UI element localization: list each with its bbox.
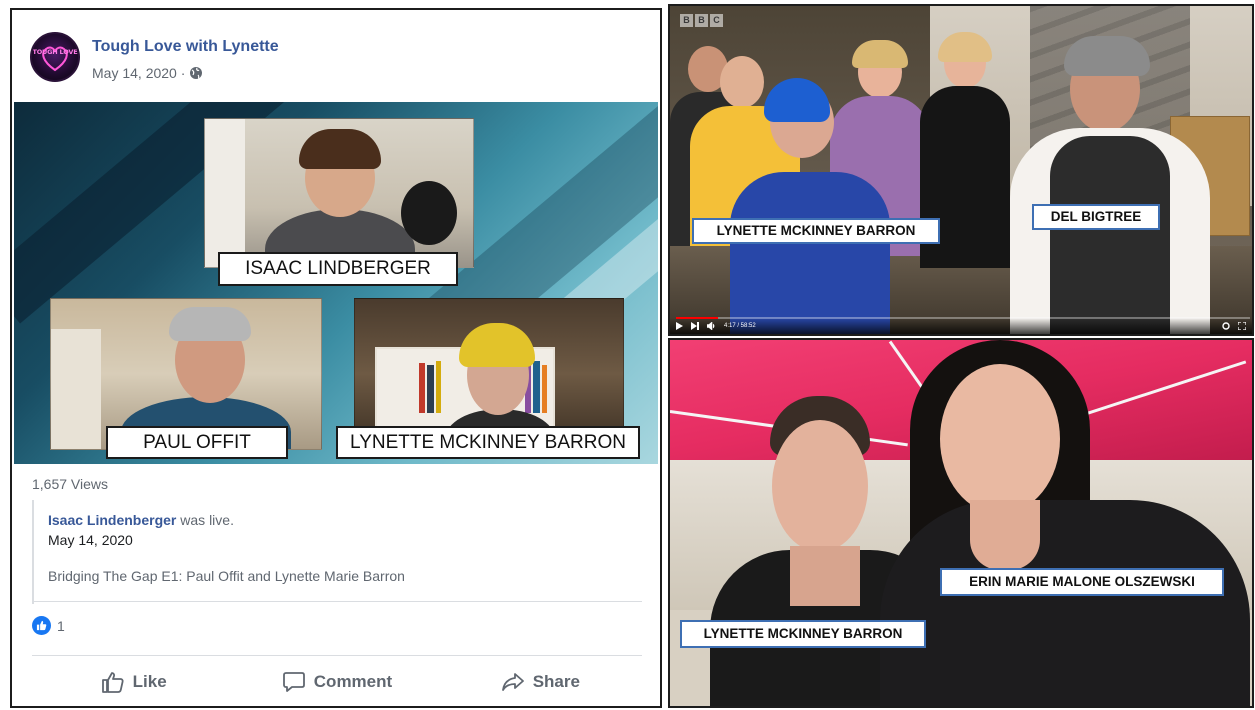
- live-video-title: Bridging The Gap E1: Paul Offit and Lyne…: [48, 568, 405, 584]
- comment-button[interactable]: Comment: [235, 662, 438, 702]
- post-meta: May 14, 2020 ·: [92, 65, 203, 81]
- video-time: 4:17 / 58:52: [724, 323, 756, 329]
- like-label: Like: [132, 672, 167, 691]
- selfie-photo-panel: ERIN MARIE MALONE OLSZEWSKI LYNETTE MCKI…: [668, 338, 1254, 708]
- divider: [32, 655, 642, 656]
- caption-isaac: ISAAC LINDBERGER: [218, 252, 458, 286]
- person-hair: [459, 323, 535, 367]
- door: [51, 329, 101, 449]
- logo-letter: B: [695, 14, 708, 27]
- person-lynette: [730, 78, 890, 334]
- post-action-bar: Like Comment Share: [32, 662, 642, 702]
- label-lynette: LYNETTE MCKINNEY BARRON: [680, 620, 926, 648]
- person-hair: [299, 129, 381, 169]
- play-icon[interactable]: [676, 322, 683, 330]
- volume-icon[interactable]: [707, 322, 716, 330]
- caption-paul: PAUL OFFIT: [106, 426, 288, 459]
- logo-letter: C: [710, 14, 723, 27]
- live-date: May 14, 2020: [48, 532, 133, 548]
- live-status-line: Isaac Lindenberger was live.: [48, 512, 234, 528]
- label-lynette: LYNETTE MCKINNEY BARRON: [692, 218, 940, 244]
- bbc-logo: B B C: [680, 14, 723, 27]
- comment-label: Comment: [313, 672, 393, 691]
- view-count: 1,657 Views: [32, 476, 109, 492]
- video-screenshot-panel[interactable]: B B C LYNETTE MCKINNEY BARRON DEL BIGTRE…: [668, 4, 1254, 336]
- avatar-logo-text: TOUGH LOVE: [32, 48, 78, 56]
- facebook-post-panel: TOUGH LOVE Tough Love with Lynette May 1…: [10, 8, 662, 708]
- video-controls: 4:17 / 58:52: [670, 318, 1252, 334]
- label-erin: ERIN MARIE MALONE OLSZEWSKI: [940, 568, 1224, 596]
- share-icon: [501, 673, 524, 691]
- microphone-icon: [401, 181, 457, 245]
- page-name-link[interactable]: Tough Love with Lynette: [92, 38, 279, 56]
- person-hair: [169, 307, 251, 341]
- divider: [32, 601, 642, 602]
- book: [542, 365, 547, 413]
- page-avatar[interactable]: TOUGH LOVE: [30, 32, 80, 82]
- live-video-player[interactable]: ISAAC LINDBERGER PAUL OFFIT LYNETTE MCKI…: [14, 102, 658, 464]
- person-del: [990, 36, 1210, 334]
- book: [436, 361, 441, 413]
- webcam-feed-isaac: [204, 118, 474, 268]
- book: [533, 361, 540, 413]
- door-frame: [205, 119, 245, 267]
- fullscreen-icon[interactable]: [1238, 322, 1246, 330]
- thumbs-up-icon: [101, 672, 124, 693]
- person-erin: [880, 340, 1250, 706]
- share-label: Share: [532, 672, 580, 691]
- logo-letter: B: [680, 14, 693, 27]
- post-date[interactable]: May 14, 2020 ·: [92, 65, 185, 81]
- like-button[interactable]: Like: [32, 662, 235, 702]
- comment-icon: [282, 672, 305, 692]
- was-live-text: was live.: [176, 512, 234, 528]
- post-header: TOUGH LOVE Tough Love with Lynette May 1…: [12, 10, 660, 102]
- live-author-link[interactable]: Isaac Lindenberger: [48, 512, 176, 528]
- label-del-bigtree: DEL BIGTREE: [1032, 204, 1160, 230]
- reaction-summary[interactable]: 1: [32, 616, 65, 635]
- settings-icon[interactable]: [1222, 322, 1230, 330]
- like-reaction-icon: [32, 616, 51, 635]
- globe-icon: [190, 67, 203, 79]
- book: [419, 363, 425, 413]
- reaction-count: 1: [57, 617, 65, 634]
- next-icon[interactable]: [691, 322, 699, 330]
- book: [427, 365, 434, 413]
- caption-lynette: LYNETTE MCKINNEY BARRON: [336, 426, 640, 459]
- shared-live-attachment[interactable]: Isaac Lindenberger was live. May 14, 202…: [32, 500, 642, 604]
- share-button[interactable]: Share: [439, 662, 642, 702]
